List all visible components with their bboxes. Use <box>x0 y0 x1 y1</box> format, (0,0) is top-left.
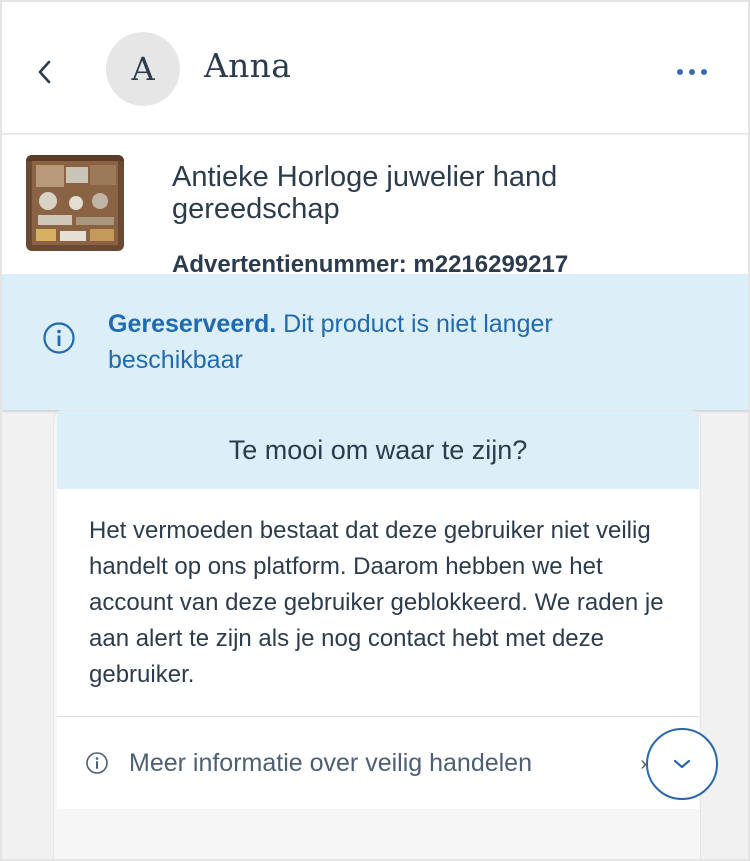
info-circle-icon <box>43 322 75 354</box>
chevron-down-icon <box>673 759 691 769</box>
avatar[interactable]: A <box>106 32 180 106</box>
back-button[interactable] <box>26 52 62 92</box>
chat-header: A Anna <box>2 2 748 134</box>
listing-summary[interactable]: Antieke Horloge juwelier hand gereedscha… <box>2 135 748 278</box>
listing-title[interactable]: Antieke Horloge juwelier hand gereedscha… <box>172 161 712 225</box>
chevron-left-icon <box>38 60 51 84</box>
safety-warning-card: Te mooi om waar te zijn? Het vermoeden b… <box>53 410 701 859</box>
reserved-banner: Gereserveerd. Dit product is niet langer… <box>2 274 748 410</box>
info-circle-icon <box>86 752 108 774</box>
more-horizontal-icon <box>677 69 683 75</box>
reserved-status: Gereserveerd. <box>108 310 277 338</box>
reserved-message: Gereserveerd. Dit product is niet langer… <box>108 306 668 378</box>
warning-body: Het vermoeden bestaat dat deze gebruiker… <box>57 489 699 717</box>
watch-tools-image <box>26 155 124 251</box>
username[interactable]: Anna <box>204 46 291 85</box>
avatar-initial: A <box>131 50 155 88</box>
chat-screen: A Anna Antieke Horloge juwelier hand ger… <box>0 0 750 861</box>
scroll-down-button[interactable] <box>646 728 718 800</box>
safe-trading-link[interactable]: Meer informatie over veilig handelen › <box>57 717 699 809</box>
safe-trading-link-label: Meer informatie over veilig handelen <box>129 748 532 777</box>
warning-title: Te mooi om waar te zijn? <box>57 411 699 489</box>
listing-thumbnail[interactable] <box>26 155 124 251</box>
more-options-button[interactable] <box>670 54 714 90</box>
